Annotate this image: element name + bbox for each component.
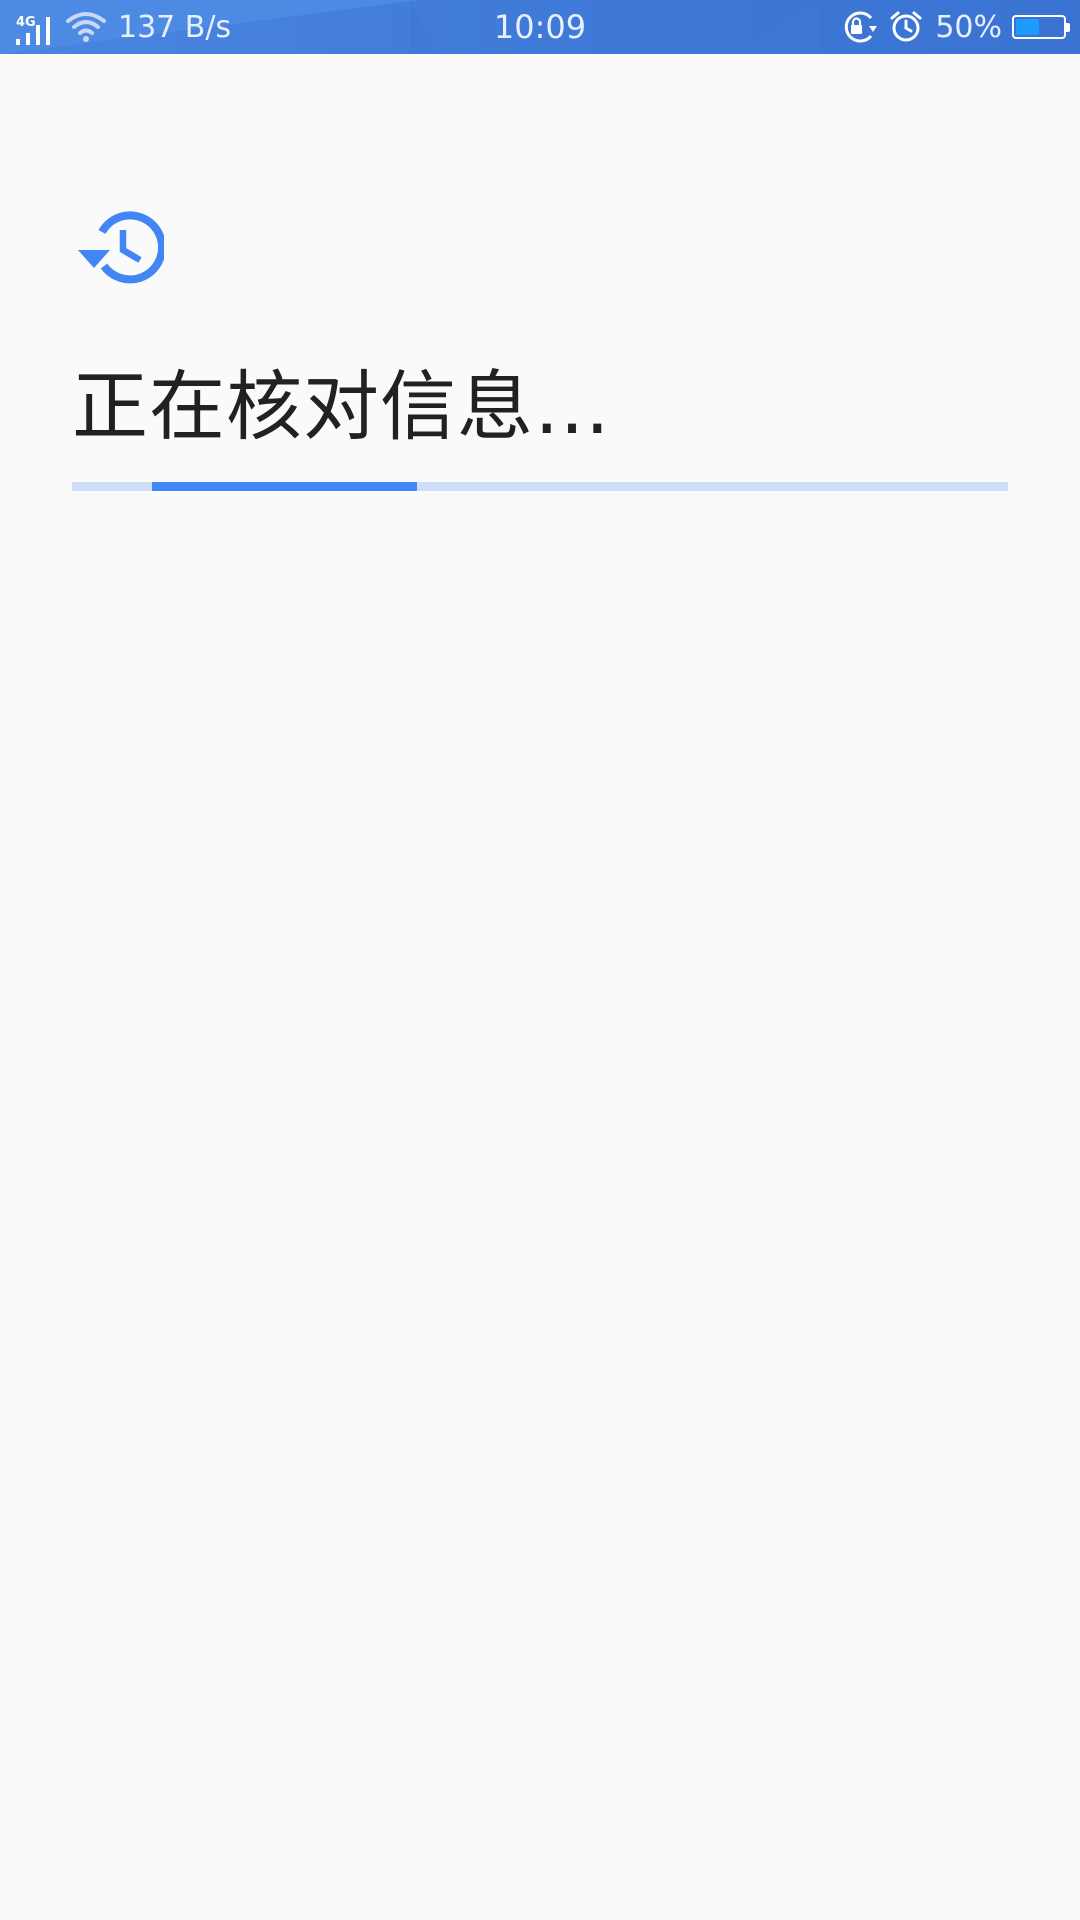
network-speed: 137 B/s	[118, 9, 232, 45]
progress-indicator	[152, 482, 417, 491]
status-left: 4G 137 B/s	[14, 0, 231, 54]
signal-icon: 4G	[14, 7, 56, 47]
battery-icon	[1012, 15, 1070, 39]
status-right: 50%	[831, 0, 1070, 54]
battery-level-fill	[1016, 19, 1039, 35]
progress-bar	[72, 482, 1008, 491]
page-title: 正在核对信息…	[72, 362, 611, 451]
status-bar: 10:09 4G 137 B/s 50%	[0, 0, 1080, 54]
alarm-icon	[889, 10, 923, 44]
battery-percent: 50%	[935, 9, 1002, 45]
history-icon	[74, 206, 166, 288]
wifi-icon	[66, 11, 106, 43]
rotation-lock-icon	[841, 10, 879, 44]
